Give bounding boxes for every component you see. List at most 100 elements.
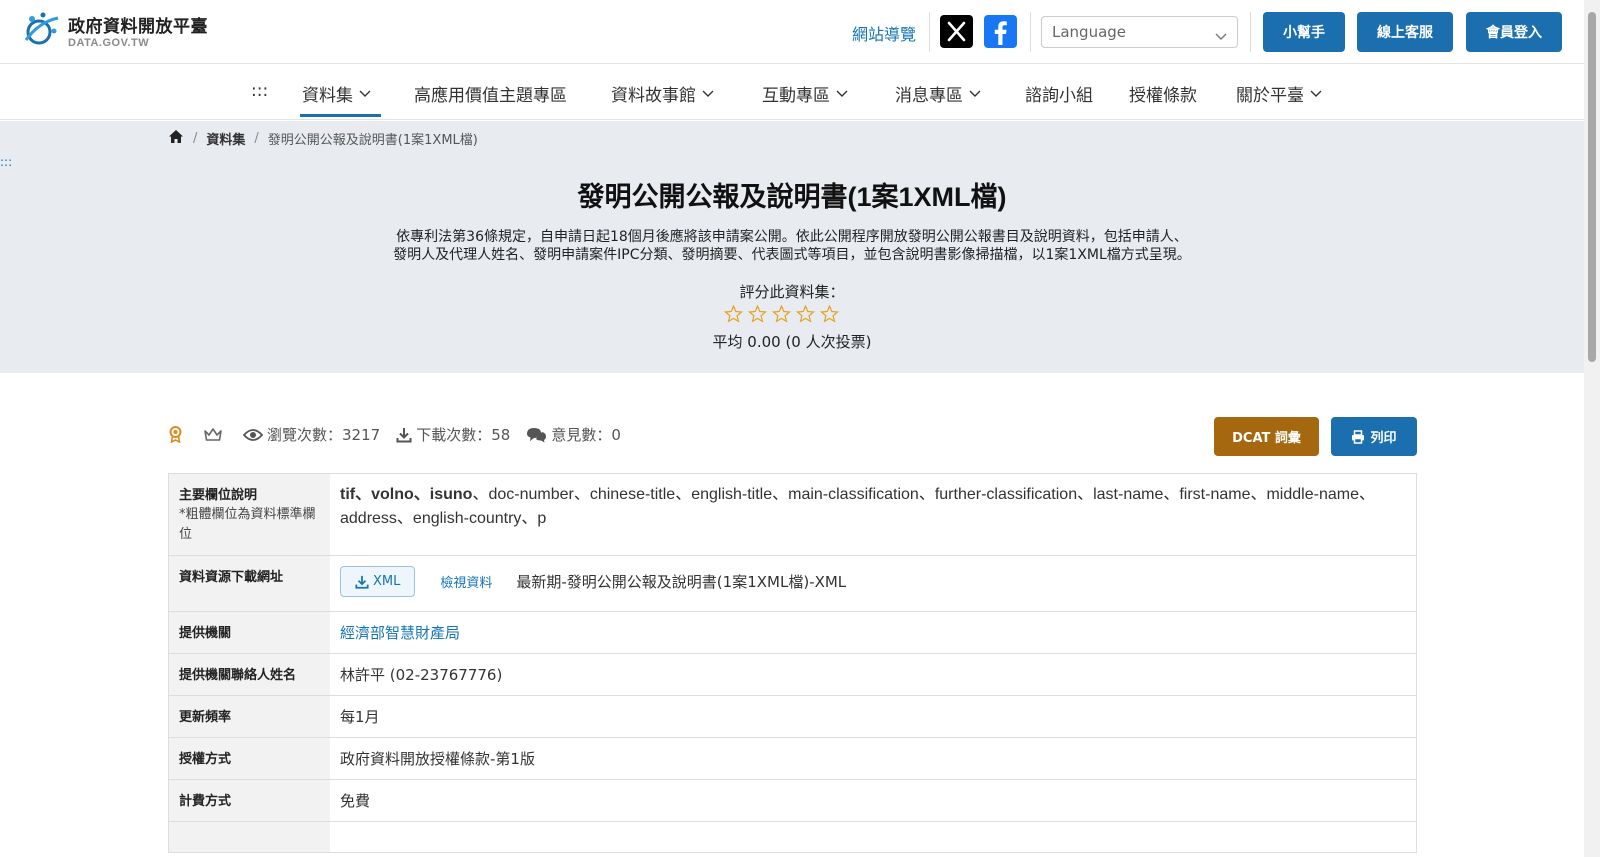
dataset-stats: 瀏覽次數： 3217 下載次數： 58 意見數： 0 <box>168 424 637 445</box>
printer-icon <box>1352 429 1365 444</box>
scrollbar-thumb[interactable] <box>1588 12 1596 362</box>
rating-average: 平均 0.00 (0 人次投票) <box>712 333 872 351</box>
sitemap-link[interactable]: 網站導覽 <box>852 21 916 45</box>
breadcrumb-separator: / <box>254 131 259 146</box>
divider <box>1030 12 1031 52</box>
download-value: XML 檢視資料 最新期-發明公開公報及說明書(1案1XML檔)-XML <box>330 556 1416 611</box>
home-icon[interactable] <box>168 129 184 148</box>
breadcrumb: / 資料集 / 發明公開公報及說明書(1案1XML檔) <box>168 129 478 148</box>
license-value: 政府資料開放授權條款-第1版 <box>340 750 535 768</box>
dataset-info-table: 主要欄位說明 *粗體欄位為資料標準欄位 tif、volno、isuno、doc-… <box>168 473 1417 853</box>
dataset-hero: / 資料集 / 發明公開公報及說明書(1案1XML檔) ::: 發明公開公報及說… <box>0 121 1584 373</box>
nav-item-interactive[interactable]: 互動專區 <box>762 81 848 106</box>
comments-label: 意見數： <box>551 426 612 444</box>
chevron-down-icon <box>969 90 981 97</box>
comments-icon <box>527 427 547 442</box>
logo-subtitle: DATA.GOV.TW <box>68 36 150 49</box>
table-row <box>169 822 1416 852</box>
download-label: 資料資源下載網址 <box>169 556 330 611</box>
site-header: 政府資料開放平臺 DATA.GOV.TW 網站導覽 Language 小幫手 線… <box>0 0 1584 64</box>
helper-button[interactable]: 小幫手 <box>1263 12 1345 52</box>
view-data-link[interactable]: 檢視資料 <box>440 572 492 591</box>
nav-label: 資料集 <box>302 86 353 106</box>
fields-value: tif、volno、isuno、doc-number、chinese-title… <box>330 474 1416 555</box>
fields-note: *粗體欄位為資料標準欄位 <box>179 507 316 542</box>
rating-stars <box>724 305 839 323</box>
downloads-count: 58 <box>491 425 511 444</box>
fee-label: 計費方式 <box>169 780 330 821</box>
views-count: 3217 <box>342 425 381 444</box>
print-button[interactable]: 列印 <box>1331 417 1417 456</box>
language-placeholder: Language <box>1052 23 1127 41</box>
divider <box>929 12 930 52</box>
table-row: 提供機關聯絡人姓名 林許平 (02-23767776) <box>169 654 1416 696</box>
table-row: 授權方式 政府資料開放授權條款-第1版 <box>169 738 1416 780</box>
dataset-description: 依專利法第36條規定，自申請日起18個月後應將該申請案公開。依此公開程序開放發明… <box>320 228 1264 264</box>
nav-label: 授權條款 <box>1129 86 1197 106</box>
chevron-down-icon <box>1310 90 1322 97</box>
page-scrollbar[interactable] <box>1584 0 1600 857</box>
logo-icon <box>22 10 64 50</box>
nav-accesskey[interactable]: ::: <box>251 81 268 101</box>
print-label: 列印 <box>1370 431 1397 446</box>
comments-count: 0 <box>611 425 621 444</box>
nav-item-news[interactable]: 消息專區 <box>895 81 981 106</box>
star-icon[interactable] <box>748 305 767 323</box>
main-nav: ::: 資料集 高應用價值主題專區 資料故事館 互動專區 消息專區 諮詢小組 授… <box>0 64 1584 120</box>
breadcrumb-separator: / <box>193 131 198 146</box>
chevron-down-icon <box>836 90 848 97</box>
nav-item-high-value[interactable]: 高應用價值主題專區 <box>414 81 567 106</box>
site-logo[interactable]: 政府資料開放平臺 DATA.GOV.TW <box>22 10 208 50</box>
breadcrumb-current: 發明公開公報及說明書(1案1XML檔) <box>267 133 478 148</box>
divider <box>1250 12 1251 52</box>
contact-label: 提供機關聯絡人姓名 <box>169 654 330 695</box>
nav-label: 消息專區 <box>895 86 963 106</box>
nav-item-datasets[interactable]: 資料集 <box>302 81 371 106</box>
nav-item-about[interactable]: 關於平臺 <box>1236 81 1322 106</box>
star-icon[interactable] <box>724 305 743 323</box>
description-line: 依專利法第36條規定，自申請日起18個月後應將該申請案公開。依此公開程序開放發明… <box>396 229 1188 245</box>
download-icon <box>396 427 412 442</box>
content-accesskey[interactable]: ::: <box>0 155 12 169</box>
online-service-button[interactable]: 線上客服 <box>1357 12 1453 52</box>
star-icon[interactable] <box>820 305 839 323</box>
star-icon[interactable] <box>796 305 815 323</box>
fee-value: 免費 <box>340 792 371 810</box>
downloads-stat: 下載次數： 58 <box>396 424 510 445</box>
breadcrumb-datasets[interactable]: 資料集 <box>206 129 245 148</box>
license-label: 授權方式 <box>169 738 330 779</box>
nav-item-advisory[interactable]: 諮詢小組 <box>1025 81 1093 106</box>
provider-label: 提供機關 <box>169 612 330 653</box>
star-icon[interactable] <box>772 305 791 323</box>
views-label: 瀏覽次數： <box>267 426 343 444</box>
dcat-button[interactable]: DCAT 詞彙 <box>1214 417 1319 456</box>
frequency-label: 更新頻率 <box>169 696 330 737</box>
table-row: 資料資源下載網址 XML 檢視資料 最新期-發明公開公報及說明書(1案1XML檔… <box>169 556 1416 612</box>
xml-label: XML <box>373 574 401 589</box>
language-select[interactable]: Language <box>1041 16 1238 48</box>
chevron-down-icon <box>1215 27 1227 45</box>
chevron-down-icon <box>359 90 371 97</box>
nav-label: 諮詢小組 <box>1025 86 1093 106</box>
comments-stat: 意見數： 0 <box>526 424 621 445</box>
table-row: 計費方式 免費 <box>169 780 1416 822</box>
crown-icon <box>203 427 227 442</box>
nav-item-stories[interactable]: 資料故事館 <box>611 81 714 106</box>
contact-value: 林許平 (02-23767776) <box>340 666 503 684</box>
download-icon <box>355 575 369 589</box>
rating-label: 評分此資料集： <box>739 283 845 301</box>
frequency-value: 每1月 <box>340 708 380 726</box>
downloads-label: 下載次數： <box>416 426 492 444</box>
nav-label: 關於平臺 <box>1236 86 1304 106</box>
facebook-icon[interactable] <box>984 15 1017 48</box>
nav-label: 高應用價值主題專區 <box>414 86 567 106</box>
xml-download-button[interactable]: XML <box>340 566 416 597</box>
member-login-button[interactable]: 會員登入 <box>1466 12 1562 52</box>
nav-item-license[interactable]: 授權條款 <box>1129 81 1197 106</box>
x-twitter-icon[interactable] <box>940 15 973 48</box>
logo-title: 政府資料開放平臺 <box>68 16 208 37</box>
provider-link[interactable]: 經濟部智慧財產局 <box>340 624 460 642</box>
fields-bold: tif、volno、isuno <box>340 486 473 503</box>
award-icon <box>168 426 187 443</box>
table-row: 主要欄位說明 *粗體欄位為資料標準欄位 tif、volno、isuno、doc-… <box>169 474 1416 556</box>
